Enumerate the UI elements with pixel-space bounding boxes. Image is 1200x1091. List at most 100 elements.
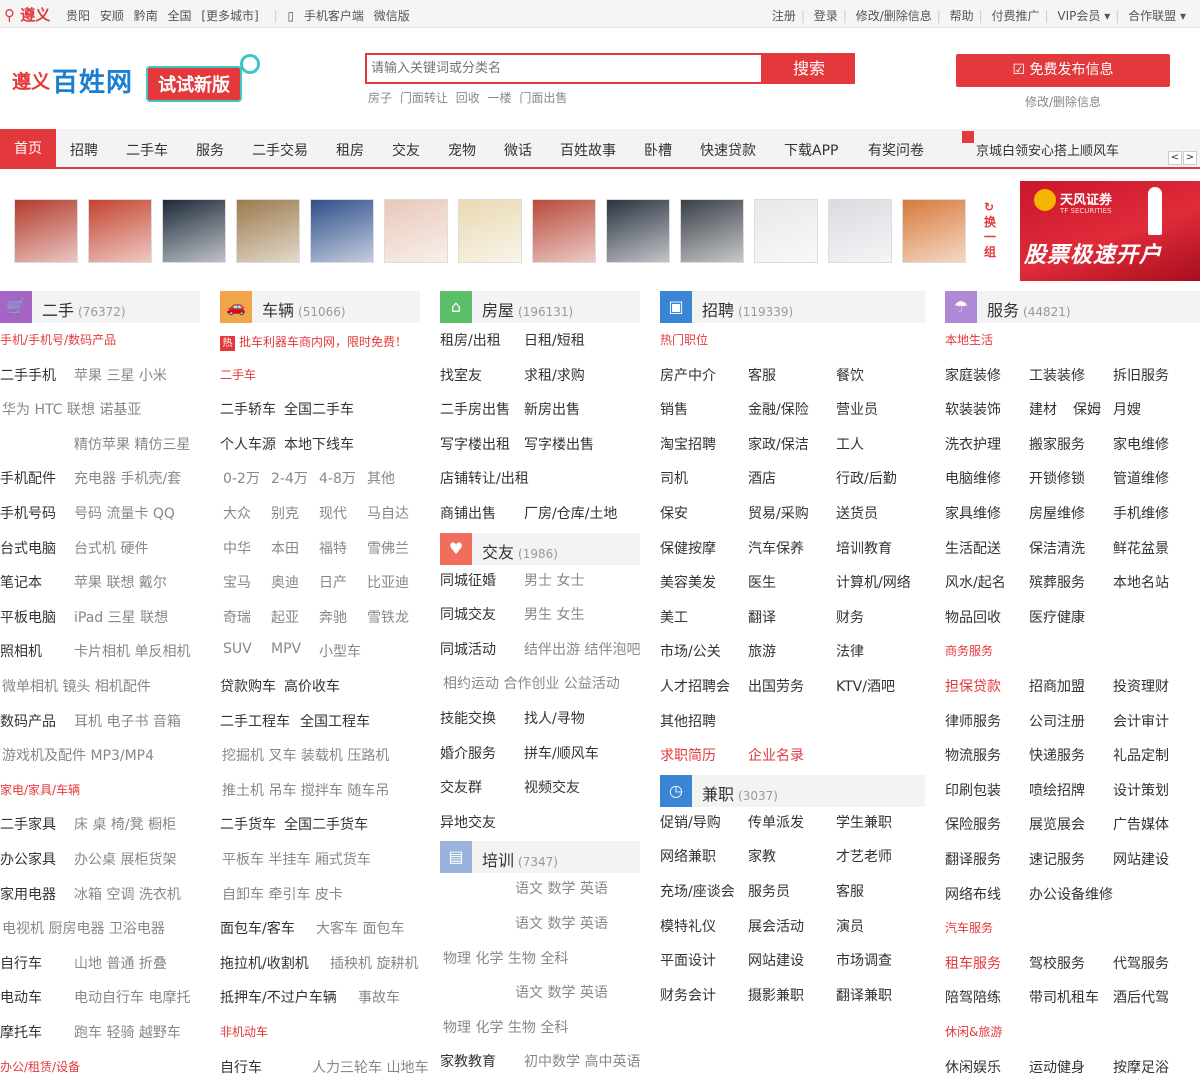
gallery-thumbnail[interactable] bbox=[754, 199, 818, 263]
category-header[interactable]: ◷ 兼职 (3037) bbox=[660, 774, 925, 807]
subcategory-links[interactable]: 号码 流量卡 QQ bbox=[74, 503, 175, 523]
category-link[interactable]: 美容美发 bbox=[660, 572, 716, 592]
gallery-thumbnail[interactable] bbox=[828, 199, 892, 263]
gallery-thumbnail[interactable] bbox=[162, 199, 226, 263]
nav-item[interactable]: 宠物 bbox=[448, 140, 476, 160]
subcategory-heading[interactable]: 非机动车 bbox=[220, 1023, 268, 1040]
category-link[interactable]: 招商加盟 bbox=[1029, 676, 1085, 696]
category-link[interactable]: 软装装饰 bbox=[945, 399, 1001, 419]
gallery-thumbnail[interactable] bbox=[384, 199, 448, 263]
subcategory-links[interactable]: 台式机 硬件 bbox=[74, 538, 148, 558]
subcategory-links[interactable]: 苹果 三星 小米 bbox=[74, 365, 167, 385]
category-link[interactable]: 同城活动 bbox=[440, 639, 496, 659]
category-link[interactable]: 市场/公关 bbox=[660, 641, 721, 661]
try-new-version-button[interactable]: 试试新版 bbox=[146, 66, 242, 102]
category-link[interactable]: 家教 bbox=[748, 846, 776, 866]
category-link[interactable]: 财务 bbox=[836, 607, 864, 627]
category-link[interactable]: 其他招聘 bbox=[660, 711, 716, 731]
subcategory-heading[interactable]: 热门职位 bbox=[660, 331, 708, 348]
subcategory-links[interactable]: 日租/短租 bbox=[524, 330, 585, 350]
category-link[interactable]: 休闲娱乐 bbox=[945, 1057, 1001, 1077]
brand-link[interactable]: 小型车 bbox=[319, 641, 361, 661]
subcategory-heading[interactable]: 汽车服务 bbox=[945, 919, 993, 936]
category-link[interactable]: 商铺出售 bbox=[440, 503, 496, 523]
category-link[interactable]: 自行车 bbox=[0, 953, 42, 973]
category-link[interactable]: 异地交友 bbox=[440, 812, 496, 832]
subcategory-heading[interactable]: 家电/家具/车辆 bbox=[0, 781, 80, 798]
subcategory-links[interactable]: 精仿苹果 精仿三星 bbox=[74, 434, 190, 454]
brand-link[interactable]: 0-2万 bbox=[223, 468, 260, 488]
category-link[interactable]: 医疗健康 bbox=[1029, 607, 1085, 627]
category-link[interactable]: 公司注册 bbox=[1029, 711, 1085, 731]
subcategory-links[interactable]: 事故车 bbox=[358, 987, 400, 1007]
brand-link[interactable]: 大众 bbox=[223, 503, 251, 523]
category-link[interactable]: 展会活动 bbox=[748, 916, 804, 936]
category-link[interactable]: 促销/导购 bbox=[660, 812, 721, 832]
category-link[interactable]: 二手货车 bbox=[220, 814, 276, 834]
category-link[interactable]: 投资理财 bbox=[1113, 676, 1169, 696]
category-link[interactable]: 交友群 bbox=[440, 777, 482, 797]
category-link[interactable]: 市场调查 bbox=[836, 950, 892, 970]
subcategory-links[interactable]: 全国二手货车 bbox=[284, 814, 368, 834]
subcategory-links[interactable]: 冰箱 空调 洗衣机 bbox=[74, 884, 181, 904]
category-link[interactable]: 学生兼职 bbox=[836, 812, 892, 832]
category-link[interactable]: 求职简历 bbox=[660, 745, 716, 765]
partner-menu[interactable]: 合作联盟 ▾ bbox=[1128, 9, 1186, 23]
brand-link[interactable]: 雪佛兰 bbox=[367, 538, 409, 558]
brand-link[interactable]: 奔驰 bbox=[319, 607, 347, 627]
category-link[interactable]: 电动车 bbox=[0, 987, 42, 1007]
category-link[interactable]: 喷绘招牌 bbox=[1029, 780, 1085, 800]
category-link[interactable]: 网络兼职 bbox=[660, 846, 716, 866]
category-link[interactable]: 网站建设 bbox=[1113, 849, 1169, 869]
category-link[interactable]: 设计策划 bbox=[1113, 780, 1169, 800]
category-link[interactable]: 模特礼仪 bbox=[660, 916, 716, 936]
category-link[interactable]: 广告媒体 bbox=[1113, 814, 1169, 834]
category-link[interactable]: 计算机/网络 bbox=[836, 572, 911, 592]
hot-word[interactable]: 房子 bbox=[368, 91, 392, 105]
category-link[interactable]: 担保贷款 bbox=[945, 676, 1001, 696]
brand-link[interactable]: SUV bbox=[223, 641, 252, 657]
category-link[interactable]: 保安 bbox=[660, 503, 688, 523]
nearby-city[interactable]: 安顺 bbox=[100, 9, 124, 23]
category-link[interactable]: 淘宝招聘 bbox=[660, 434, 716, 454]
subcategory-links[interactable]: 电动自行车 电摩托 bbox=[74, 987, 190, 1007]
more-cities-link[interactable]: [更多城市] bbox=[201, 9, 258, 23]
gallery-thumbnail[interactable] bbox=[606, 199, 670, 263]
gallery-thumbnail[interactable] bbox=[458, 199, 522, 263]
brand-link[interactable]: 起亚 bbox=[271, 607, 299, 627]
brand-link[interactable]: 别克 bbox=[271, 503, 299, 523]
gallery-thumbnail[interactable] bbox=[902, 199, 966, 263]
category-link[interactable]: 电脑维修 bbox=[945, 468, 1001, 488]
subcategory-links[interactable]: 平板车 半挂车 厢式货车 bbox=[222, 849, 371, 869]
brand-link[interactable]: 奇瑞 bbox=[223, 607, 251, 627]
category-link[interactable]: 鲜花盆景 bbox=[1113, 538, 1169, 558]
promo-link[interactable]: 热批车利器车商内网，限时免费！ bbox=[220, 333, 407, 351]
category-header[interactable]: ☂ 服务 (44821) bbox=[945, 291, 1200, 323]
category-link[interactable]: 二手手机 bbox=[0, 365, 56, 385]
search-button[interactable]: 搜索 bbox=[763, 53, 855, 84]
subcategory-links[interactable]: 自卸车 牵引车 皮卡 bbox=[222, 884, 343, 904]
nav-item[interactable]: 快速贷款 bbox=[700, 140, 756, 160]
category-link[interactable]: 旅游 bbox=[748, 641, 776, 661]
category-link[interactable]: 代驾服务 bbox=[1113, 953, 1169, 973]
subcategory-links[interactable]: 大客车 面包车 bbox=[316, 918, 404, 938]
subcategory-links[interactable]: 语文 数学 英语 bbox=[515, 913, 608, 933]
nav-item[interactable]: 下载APP bbox=[784, 140, 838, 160]
brand-link[interactable]: 4-8万 bbox=[319, 468, 356, 488]
subcategory-links[interactable]: 视频交友 bbox=[524, 777, 580, 797]
category-link[interactable]: 手机配件 bbox=[0, 468, 56, 488]
nav-item[interactable]: 招聘 bbox=[70, 140, 98, 160]
brand-link[interactable]: 奥迪 bbox=[271, 572, 299, 592]
mobile-client-link[interactable]: 手机客户端 bbox=[304, 9, 364, 23]
subcategory-links[interactable]: 电视机 厨房电器 卫浴电器 bbox=[2, 918, 165, 938]
category-link[interactable]: 租车服务 bbox=[945, 953, 1001, 973]
nav-item[interactable]: 二手交易 bbox=[252, 140, 308, 160]
category-link[interactable]: 会计审计 bbox=[1113, 711, 1169, 731]
brand-link[interactable]: 福特 bbox=[319, 538, 347, 558]
brand-link[interactable]: MPV bbox=[271, 641, 301, 657]
hot-word[interactable]: 回收 bbox=[456, 91, 480, 105]
category-link[interactable]: 服务员 bbox=[748, 881, 790, 901]
subcategory-links[interactable]: 耳机 电子书 音箱 bbox=[74, 711, 181, 731]
category-link[interactable]: 贸易/采购 bbox=[748, 503, 809, 523]
category-link[interactable]: 办公家具 bbox=[0, 849, 56, 869]
